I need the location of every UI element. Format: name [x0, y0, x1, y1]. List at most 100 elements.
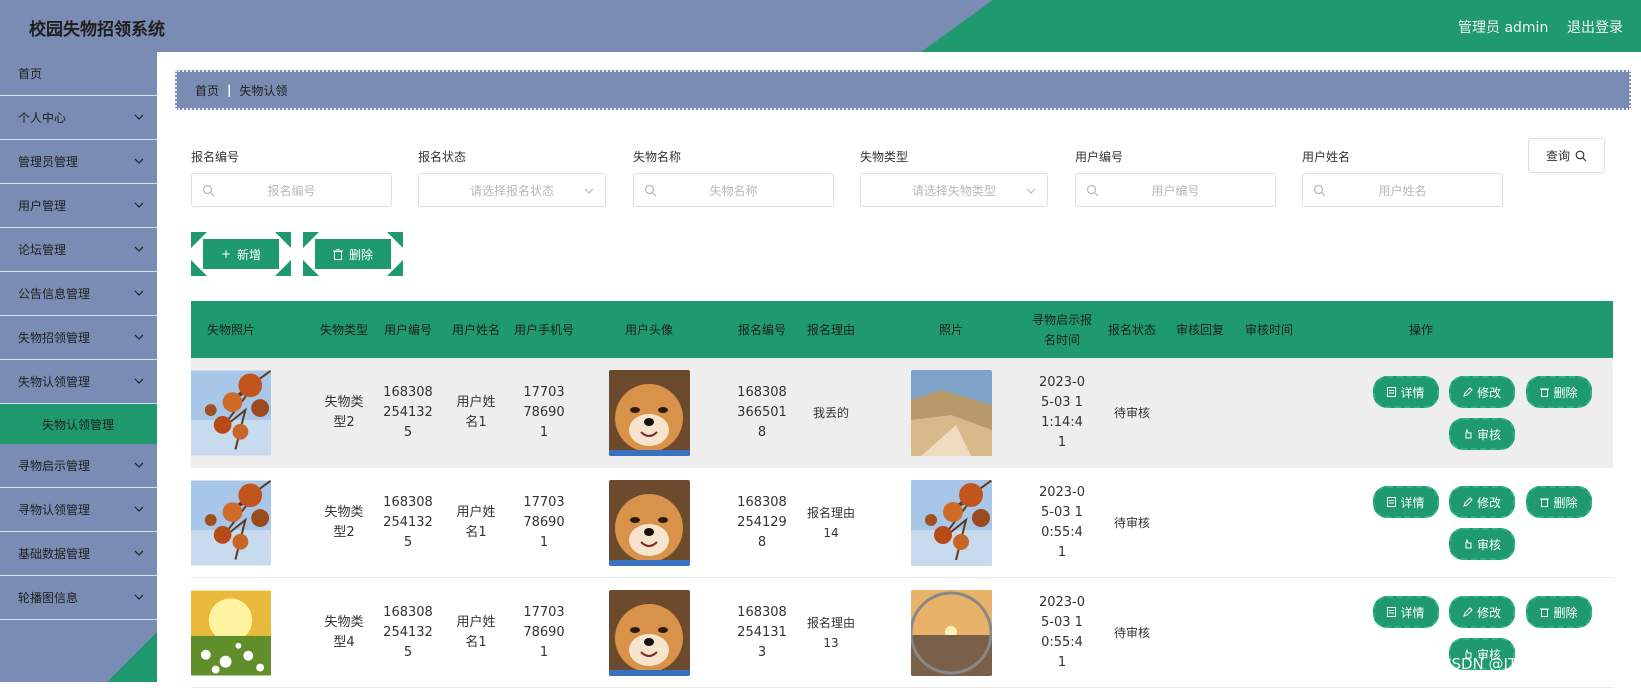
cell: 2023-05-03 10:55:41 [1029, 578, 1095, 688]
op-label: 详情 [1400, 495, 1425, 510]
sidebar-item-label: 失物认领管理 [18, 375, 91, 389]
cell-phone: 17703786901 [523, 385, 565, 440]
cell-reason: 报名理由14 [807, 506, 856, 540]
audit-button[interactable]: 审核 [1449, 418, 1515, 450]
chevron-down-icon [134, 506, 144, 512]
cell-status: 待审核 [1113, 406, 1150, 420]
filter-select[interactable]: 请选择报名状态 [418, 173, 606, 207]
query-button[interactable]: 查询 [1528, 138, 1605, 173]
cell: 用户姓名1 [443, 358, 509, 468]
cell: 用户姓名1 [443, 468, 509, 578]
user-avatar [608, 590, 690, 676]
table-row[interactable]: 失物类型4 1683082541325 用户姓名1 17703786901 168308… [191, 578, 1613, 688]
sidebar-item[interactable]: 寻物认领管理 [0, 488, 157, 532]
edit-icon [1463, 387, 1473, 397]
row-delete-button[interactable]: 删除 [1526, 486, 1592, 518]
filter-label: 失物名称 [633, 150, 682, 164]
breadcrumb: 首页 | 失物认领 [175, 70, 1631, 110]
sidebar-item-label: 个人中心 [18, 111, 67, 125]
cell-lost-photo [191, 358, 271, 468]
filter-placeholder: 请选择报名状态 [469, 183, 554, 198]
plus-icon: + [220, 247, 232, 261]
filter-label: 报名编号 [191, 150, 240, 164]
lost-item-photo [191, 370, 271, 456]
sidebar-accent [107, 632, 157, 682]
op-label: 详情 [1400, 385, 1425, 400]
sidebar-item-label: 寻物启示管理 [18, 459, 91, 473]
cell-type: 失物类型2 [324, 505, 364, 540]
filter-select[interactable]: 请选择失物类型 [860, 173, 1048, 207]
table-header: 失物照片 失物类型 用户编号 用户姓名 用户手机号 用户头像 报名编号 报名理由 照片 寻物启示报… [191, 301, 1613, 358]
audit-button[interactable]: 审核 [1449, 528, 1515, 560]
cell [1167, 358, 1233, 468]
batch-delete-button[interactable]: 删除 [303, 232, 403, 276]
cell-photo [891, 468, 1011, 578]
sidebar-subitem-label: 失物认领管理 [42, 417, 115, 432]
chevron-down-icon [134, 246, 144, 252]
sidebar-item[interactable]: 公告信息管理 [0, 272, 157, 316]
chevron-down-icon [134, 594, 144, 600]
user-avatar [608, 480, 690, 566]
sidebar-item[interactable]: 用户管理 [0, 184, 157, 228]
filter-input[interactable]: 用户编号 [1075, 173, 1276, 207]
column-header: 报名理由 [806, 322, 855, 337]
cell-lost-photo [191, 468, 271, 578]
sidebar-item[interactable]: 个人中心 [0, 96, 157, 140]
claim-photo [910, 370, 992, 456]
cell: 1683082541325 [375, 358, 441, 468]
sidebar-item[interactable]: 失物招领管理 [0, 316, 157, 360]
breadcrumb-home[interactable]: 首页 [195, 82, 219, 99]
filter-input[interactable]: 失物名称 [633, 173, 834, 207]
edit-button[interactable]: 修改 [1449, 596, 1515, 628]
sidebar-item-label: 公告信息管理 [18, 287, 91, 301]
filter-placeholder: 报名编号 [267, 183, 316, 198]
sidebar: 首页个人中心管理员管理用户管理论坛管理公告信息管理失物招领管理失物认领管理 失物… [0, 52, 157, 682]
cell-type: 失物类型2 [324, 395, 364, 430]
lost-item-photo [191, 590, 271, 676]
cell: 1683082541325 [375, 578, 441, 688]
edit-button[interactable]: 修改 [1449, 376, 1515, 408]
cell-avatar [589, 358, 709, 468]
cell-user-name: 用户姓名1 [456, 505, 496, 540]
column-header: 用户姓名 [451, 322, 500, 337]
detail-button[interactable]: 详情 [1373, 376, 1439, 408]
table-row[interactable]: 失物类型2 1683082541325 用户姓名1 17703786901 168308… [191, 358, 1613, 468]
sidebar-item[interactable]: 首页 [0, 52, 157, 96]
sidebar-item[interactable]: 失物认领管理 [0, 360, 157, 404]
cell-status: 待审核 [1113, 626, 1150, 640]
hand-icon [1465, 539, 1472, 549]
sidebar-item-label: 用户管理 [18, 199, 67, 213]
filter-input[interactable]: 用户姓名 [1302, 173, 1503, 207]
logout-link[interactable]: 退出登录 [1567, 17, 1623, 37]
chevron-down-icon [584, 188, 594, 194]
top-header: 校园失物招领系统 管理员 admin 退出登录 [0, 0, 1641, 52]
sidebar-item[interactable]: 论坛管理 [0, 228, 157, 272]
sidebar-item[interactable]: 轮播图信息 [0, 576, 157, 620]
op-label: 详情 [1400, 605, 1425, 620]
watermark: CSDN @IT毕设梦工厂 [1441, 655, 1593, 673]
cell: 待审核 [1099, 578, 1165, 688]
cell-sign-no: 1683082541298 [737, 495, 787, 550]
trash-icon [1540, 388, 1550, 397]
current-user: 管理员 admin [1458, 20, 1549, 36]
edit-button[interactable]: 修改 [1449, 486, 1515, 518]
cell: 待审核 [1099, 468, 1165, 578]
detail-button[interactable]: 详情 [1373, 596, 1439, 628]
detail-button[interactable]: 详情 [1373, 486, 1439, 518]
column-header: 操作 [1408, 322, 1433, 337]
sidebar-item[interactable]: 寻物启示管理 [0, 444, 157, 488]
sidebar-item[interactable]: 基础数据管理 [0, 532, 157, 576]
sidebar-subitem-lost-claim-manage[interactable]: 失物认领管理 [0, 404, 157, 444]
row-delete-button[interactable]: 删除 [1526, 376, 1592, 408]
cell-reason: 报名理由13 [807, 616, 856, 650]
sidebar-item[interactable]: 管理员管理 [0, 140, 157, 184]
cell-user-no: 1683082541325 [383, 605, 433, 660]
chevron-down-icon [134, 378, 144, 384]
cell: 我丢的 [795, 358, 867, 468]
add-button[interactable]: + 新增 [191, 232, 291, 276]
filter-input[interactable]: 报名编号 [191, 173, 392, 207]
row-delete-button[interactable]: 删除 [1526, 596, 1592, 628]
table-row[interactable]: 失物类型2 1683082541325 用户姓名1 17703786901 168308… [191, 468, 1613, 578]
claims-table: 失物照片 失物类型 用户编号 用户姓名 用户手机号 用户头像 报名编号 报名理由 照片 寻物启示报… [191, 301, 1613, 688]
op-label: 修改 [1476, 605, 1501, 620]
